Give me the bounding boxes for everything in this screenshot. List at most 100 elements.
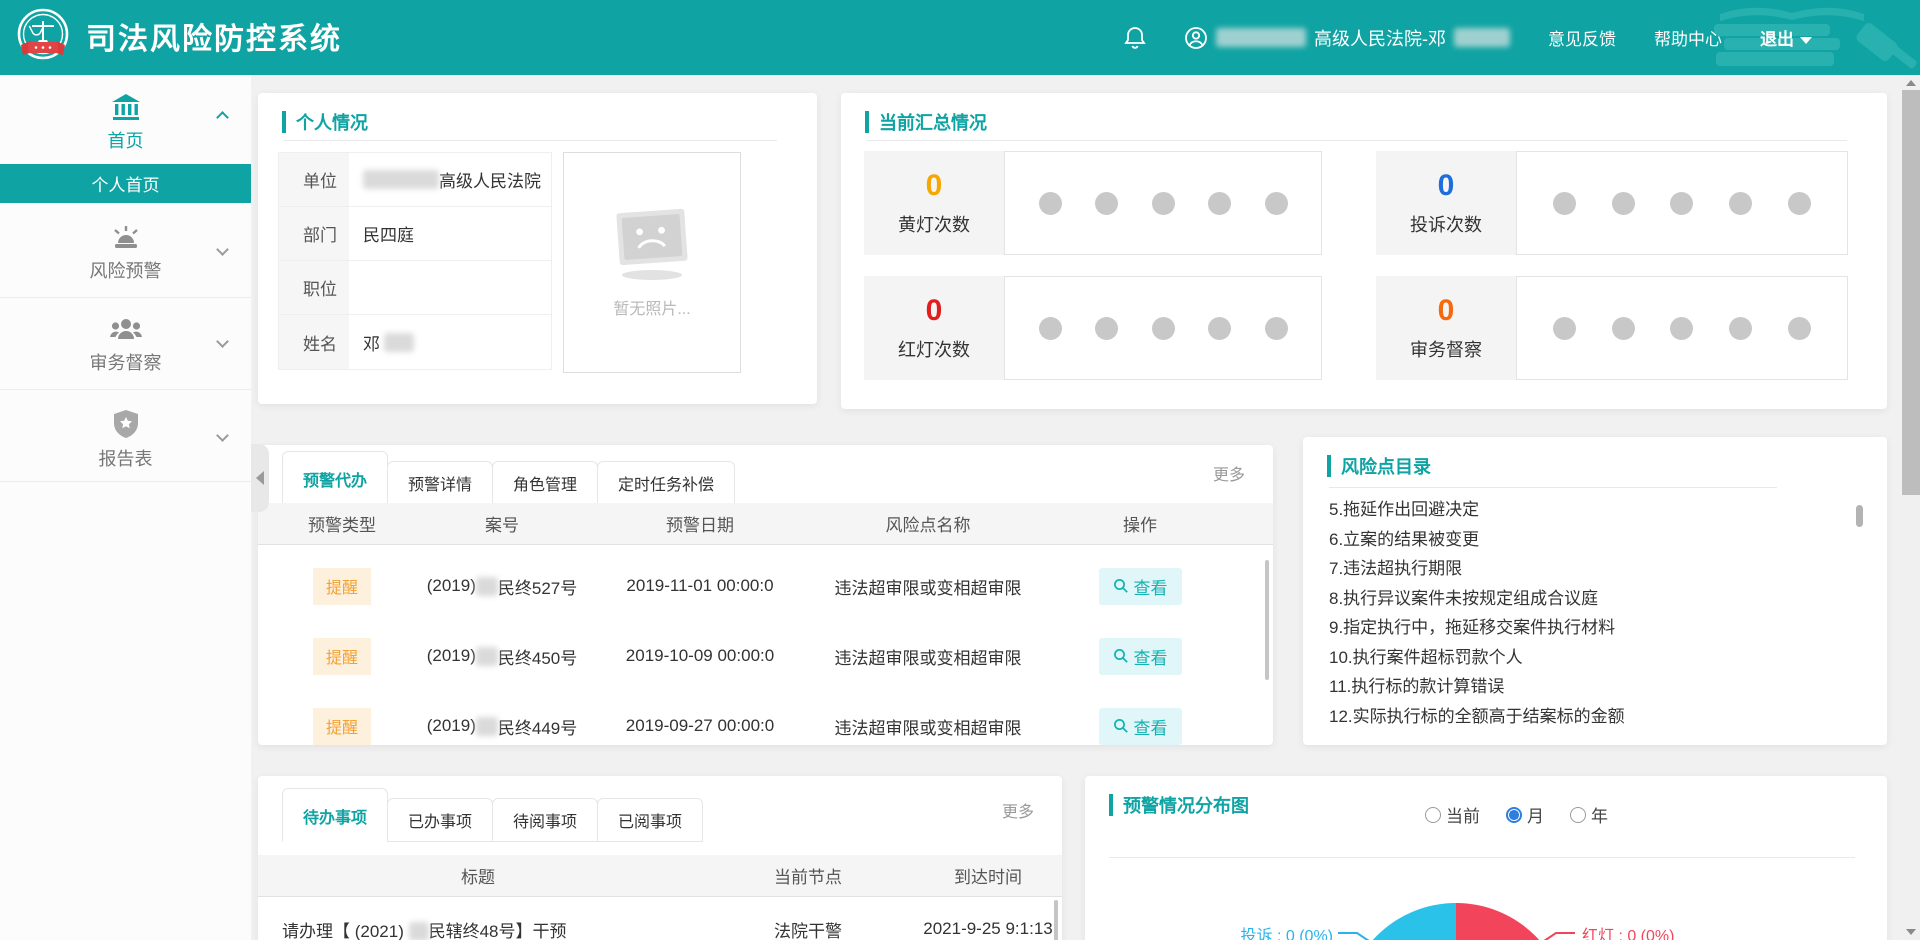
list-scrollbar-thumb[interactable]: [1856, 505, 1863, 527]
chevron-up-icon[interactable]: [216, 111, 229, 124]
view-button[interactable]: 查看: [1099, 708, 1182, 745]
list-item[interactable]: 7.违法超执行期限: [1329, 554, 1847, 584]
tab-role-management[interactable]: 角色管理: [492, 461, 598, 505]
dot-icon: [1553, 317, 1576, 340]
title-accent-bar: [282, 111, 286, 133]
risk-catalog-card: 风险点目录 5.拖延作出回避决定 6.立案的结果被变更 7.违法超执行期限 8.…: [1303, 437, 1887, 745]
list-item[interactable]: 10.执行案件超标罚款个人: [1329, 643, 1847, 673]
dot-icon: [1095, 317, 1118, 340]
stat-value: 0: [1438, 294, 1455, 328]
current-node: 法院干警: [698, 917, 918, 940]
alerts-tabs: 预警代办 预警详情 角色管理 定时任务补偿: [282, 451, 734, 505]
app-logo-icon: [14, 7, 72, 65]
feedback-link[interactable]: 意见反馈: [1548, 25, 1616, 50]
todo-tabs: 待办事项 已办事项 待阅事项 已阅事项: [282, 788, 702, 842]
sidebar-item-report[interactable]: 报告表: [0, 389, 251, 481]
stat-complaints: 0 投诉次数: [1376, 151, 1848, 255]
pie-label-red-lights: 红灯 : 0 (0%): [1582, 922, 1674, 940]
table-row: 提醒 (2019) 民终527号 2019-11-01 00:00:0 违法超审…: [258, 558, 1273, 614]
logout-button[interactable]: 退出: [1760, 25, 1812, 50]
sidebar-item-trial-supervision[interactable]: 审务督察: [0, 297, 251, 389]
list-item[interactable]: 11.执行标的款计算错误: [1329, 672, 1847, 702]
tab-alert-todo[interactable]: 预警代办: [282, 451, 388, 505]
view-button[interactable]: 查看: [1099, 568, 1182, 605]
summary-card: 当前汇总情况 0 黄灯次数 0 投诉次数 0 红灯次数 0 审务督察: [841, 93, 1887, 409]
table-scrollbar-thumb[interactable]: [1054, 900, 1058, 940]
chevron-down-icon[interactable]: [216, 429, 229, 442]
risk-point-list: 5.拖延作出回避决定 6.立案的结果被变更 7.违法超执行期限 8.执行异议案件…: [1329, 495, 1847, 731]
page-scrollbar[interactable]: [1902, 75, 1920, 940]
alert-date: 2019-09-27 00:00:0: [602, 716, 798, 736]
radio-current[interactable]: 当前: [1425, 802, 1480, 827]
list-item[interactable]: 8.执行异议案件未按规定组成合议庭: [1329, 584, 1847, 614]
pie-slice-complaints[interactable]: [1344, 903, 1456, 940]
radio-icon: [1425, 807, 1441, 823]
col-risk-name: 风险点名称: [798, 511, 1058, 536]
pie-slice-red-lights[interactable]: [1456, 903, 1568, 940]
redacted-court-code: [476, 717, 498, 736]
dot-icon: [1095, 192, 1118, 215]
radio-month[interactable]: 月: [1506, 802, 1544, 827]
col-action: 操作: [1058, 511, 1222, 536]
notification-bell-icon[interactable]: [1124, 26, 1146, 50]
sidebar-item-risk-warning[interactable]: 风险预警: [0, 203, 251, 297]
view-button[interactable]: 查看: [1099, 638, 1182, 675]
list-item[interactable]: 6.立案的结果被变更: [1329, 525, 1847, 555]
user-menu[interactable]: 高级人民法院-邓: [1184, 25, 1510, 51]
tab-read-items[interactable]: 已阅事项: [597, 798, 703, 842]
help-center-link[interactable]: 帮助中心: [1654, 25, 1722, 50]
sidebar-item-risk-warning-label: 风险预警: [0, 257, 251, 283]
dot-icon: [1788, 192, 1811, 215]
col-arrival-time: 到达时间: [918, 863, 1058, 888]
chevron-down-icon[interactable]: [216, 335, 229, 348]
tab-scheduled-task[interactable]: 定时任务补偿: [597, 461, 735, 505]
dot-icon: [1612, 192, 1635, 215]
pie-chart: [1344, 903, 1568, 940]
sidebar-item-personal-home[interactable]: 个人首页: [0, 164, 251, 203]
radio-label: 年: [1591, 802, 1608, 827]
tab-done-items[interactable]: 已办事项: [387, 798, 493, 842]
chevron-down-icon[interactable]: [216, 243, 229, 256]
col-title: 标题: [258, 863, 698, 888]
unit-value: 高级人民法院: [439, 167, 541, 192]
status-badge: 提醒: [313, 708, 371, 745]
dot-icon: [1729, 192, 1752, 215]
scroll-down-button[interactable]: [1902, 924, 1920, 940]
tab-alert-detail[interactable]: 预警详情: [387, 461, 493, 505]
scroll-up-button[interactable]: [1902, 75, 1920, 91]
redacted-court-prefix: [1216, 28, 1306, 47]
case-number: (2019) 民终527号: [402, 574, 602, 599]
tab-todo-items[interactable]: 待办事项: [282, 788, 388, 842]
alerts-more-link[interactable]: 更多: [1213, 461, 1245, 485]
table-scrollbar-thumb[interactable]: [1265, 560, 1269, 680]
dot-icon: [1039, 192, 1062, 215]
sidebar-item-home[interactable]: 首页: [0, 75, 251, 164]
table-row: 提醒 (2019) 民终450号 2019-10-09 00:00:0 违法超审…: [258, 628, 1273, 684]
scrollbar-thumb[interactable]: [1902, 90, 1920, 495]
surname: 邓: [363, 330, 380, 355]
alert-date: 2019-10-09 00:00:0: [602, 646, 798, 666]
title-divider: [1329, 487, 1777, 488]
alarm-siren-icon: [110, 223, 142, 251]
name-value: 邓: [349, 315, 551, 369]
indicator-dots: [1516, 276, 1848, 380]
list-item[interactable]: 9.指定执行中，拖延移交案件执行材料: [1329, 613, 1847, 643]
triangle-down-icon: [1906, 929, 1916, 935]
alerts-table-header: 预警类型 案号 预警日期 风险点名称 操作: [258, 503, 1273, 545]
tab-to-read-items[interactable]: 待阅事项: [492, 798, 598, 842]
risk-name: 违法超审限或变相超审限: [798, 574, 1058, 599]
radio-year[interactable]: 年: [1570, 802, 1608, 827]
profile-label: 姓名: [279, 315, 349, 369]
todo-more-link[interactable]: 更多: [1002, 798, 1034, 822]
profile-row-name: 姓名 邓: [279, 315, 551, 369]
list-item[interactable]: 12.实际执行标的全额高于结案标的金额: [1329, 702, 1847, 732]
dot-icon: [1039, 317, 1062, 340]
list-item[interactable]: 5.拖延作出回避决定: [1329, 495, 1847, 525]
indicator-dots: [1004, 276, 1322, 380]
redacted-court-code: [476, 647, 498, 666]
sidebar-collapse-handle[interactable]: [251, 444, 269, 512]
stat-label: 黄灯次数: [898, 211, 970, 237]
title-divider: [284, 140, 777, 141]
profile-row-position: 职位: [279, 261, 551, 315]
view-label: 查看: [1134, 644, 1168, 669]
